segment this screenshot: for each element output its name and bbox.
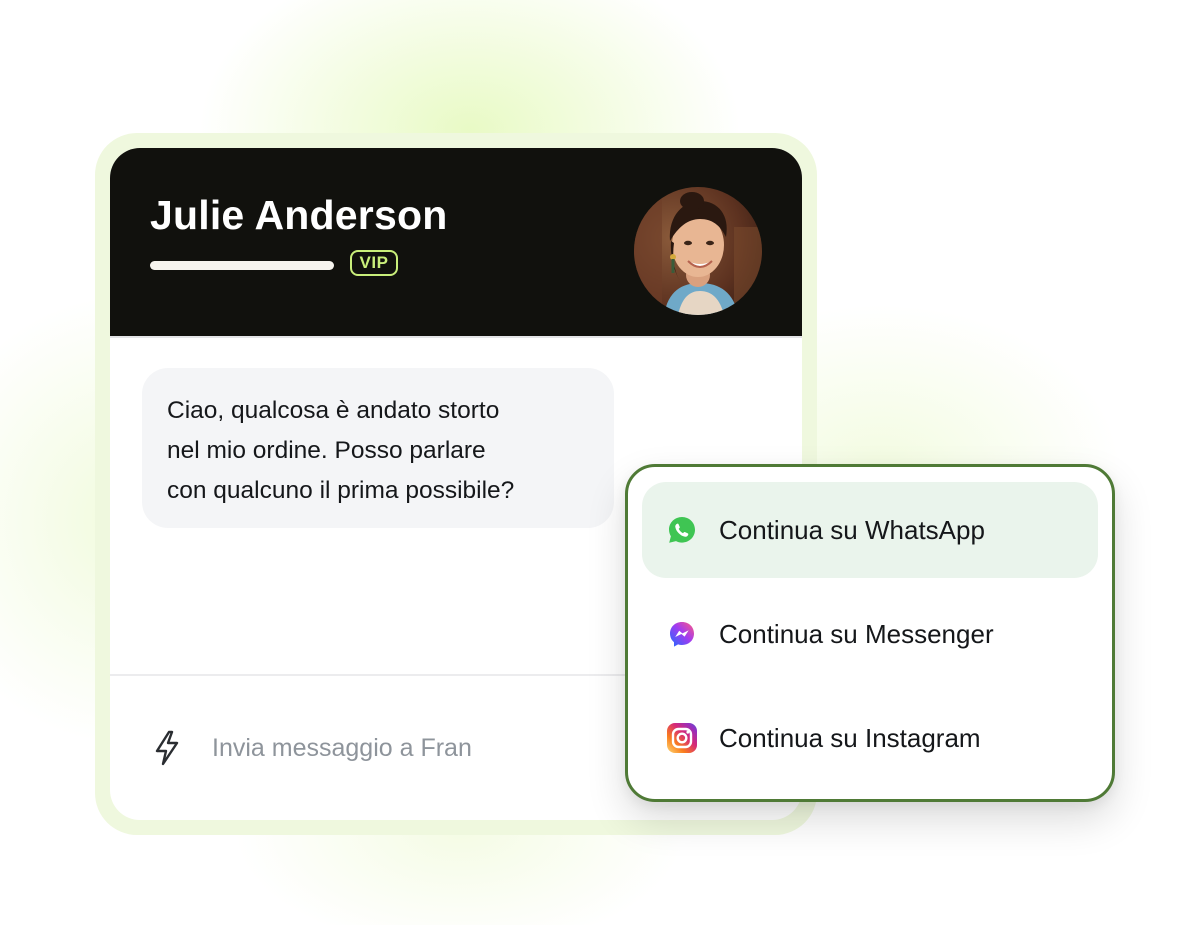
lightning-bolt-icon[interactable] (152, 730, 182, 766)
contact-subtitle-placeholder-bar (150, 261, 334, 270)
instagram-icon (666, 722, 698, 754)
message-line: con qualcuno il prima possibile? (167, 477, 515, 504)
chat-header: Julie Anderson VIP (110, 148, 802, 336)
menu-item-instagram[interactable]: Continua su Instagram (642, 690, 1098, 786)
menu-item-messenger[interactable]: Continua su Messenger (642, 586, 1098, 682)
message-input[interactable] (212, 726, 632, 770)
avatar[interactable] (634, 187, 762, 315)
avatar-photo (634, 187, 762, 315)
menu-item-whatsapp[interactable]: Continua su WhatsApp (642, 482, 1098, 578)
channel-switch-menu: Continua su WhatsApp Continua su Messeng… (625, 464, 1115, 802)
message-line: Ciao, qualcosa è andato storto (167, 397, 500, 424)
whatsapp-icon (666, 514, 698, 546)
menu-item-label: Continua su WhatsApp (719, 515, 985, 545)
vip-badge: VIP (350, 250, 398, 276)
header-divider (110, 336, 802, 338)
menu-item-label: Continua su Instagram (719, 723, 981, 753)
messenger-icon (666, 618, 698, 650)
menu-item-label: Continua su Messenger (719, 619, 994, 649)
contact-name: Julie Anderson (150, 192, 448, 238)
incoming-message-bubble: Ciao, qualcosa è andato storto nel mio o… (142, 368, 614, 528)
message-line: nel mio ordine. Posso parlare (167, 437, 486, 464)
